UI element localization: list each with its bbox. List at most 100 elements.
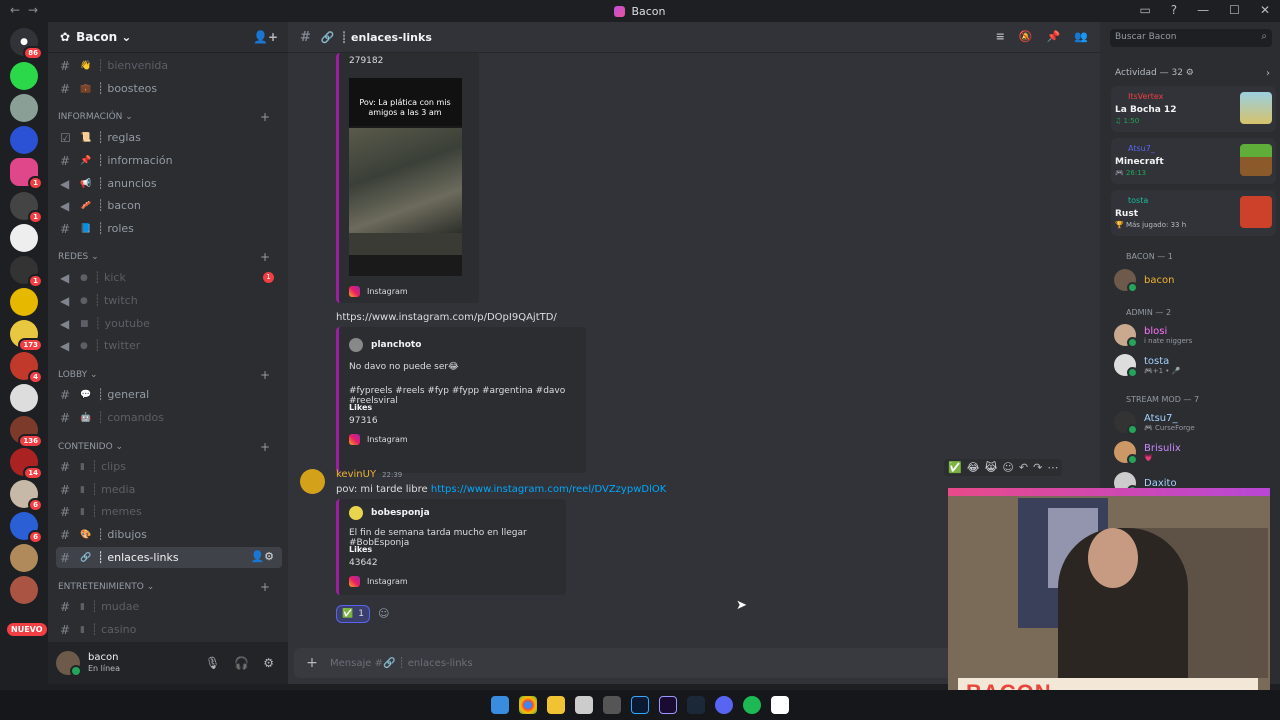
server-icon-10[interactable]: 4	[10, 352, 43, 384]
activity-card[interactable]: Atsu7_ Minecraft 🎮 26:13	[1111, 138, 1276, 184]
home-discord-icon[interactable]: ● 86	[10, 28, 43, 60]
category-lobby[interactable]: LOBBY ⌄ +	[58, 368, 282, 382]
member-list-icon[interactable]: 👥	[1074, 30, 1088, 43]
new-badge[interactable]: NUEVO	[7, 623, 47, 636]
embed-author[interactable]: bobesponja	[371, 508, 430, 518]
headphones-icon[interactable]: 🎧	[234, 656, 249, 670]
channel-youtube[interactable]: ◀ ■ ┊ youtube	[56, 313, 282, 334]
app-icon[interactable]	[575, 696, 593, 714]
channel-media[interactable]: # ▮ ┊ media	[56, 479, 282, 500]
channel-casino[interactable]: # ▮ ┊ casino	[56, 619, 282, 640]
channel-mudae[interactable]: # ▮ ┊ mudae	[56, 596, 282, 617]
photoshop-icon[interactable]	[631, 696, 649, 714]
file-explorer-icon[interactable]	[547, 696, 565, 714]
reply-icon[interactable]: ↶	[1019, 461, 1028, 474]
server-icon-16[interactable]	[10, 544, 38, 572]
channel-clips[interactable]: # ▮ ┊ clips	[56, 456, 282, 477]
server-icon-7[interactable]: 1	[10, 256, 43, 288]
forward-icon[interactable]: ↷	[1033, 461, 1042, 474]
server-icon-15[interactable]: 6	[10, 512, 43, 544]
spotify-icon[interactable]	[743, 696, 761, 714]
notion-icon[interactable]	[771, 696, 789, 714]
channel-general[interactable]: # 💬 ┊ general	[56, 384, 282, 405]
channel-informacion[interactable]: # 📌 ┊ información	[56, 150, 282, 171]
channel-reglas[interactable]: ☑ 📜 ┊ reglas	[56, 127, 282, 148]
embed-author[interactable]: planchoto	[371, 340, 421, 350]
nav-arrows[interactable]: ←→	[10, 3, 46, 17]
activity-header[interactable]: Actividad — 32 ⚙	[1115, 68, 1194, 78]
add-reaction-icon[interactable]: ☺	[378, 607, 389, 620]
member-item[interactable]: tosta 🎮+1 • 🎤	[1114, 354, 1180, 378]
channel-settings-icon[interactable]: 👤⚙	[250, 550, 274, 563]
microphone-icon[interactable]: 🎙	[205, 656, 220, 670]
activity-card[interactable]: tosta Rust 🏆 Más jugado: 33 h	[1111, 190, 1276, 236]
category-informacion[interactable]: INFORMACIÓN ⌄ +	[58, 110, 282, 124]
minimize-button[interactable]: —	[1197, 3, 1209, 17]
server-icon-5[interactable]: 1	[10, 192, 43, 224]
obs-icon[interactable]	[603, 696, 621, 714]
add-channel-icon[interactable]: +	[260, 250, 270, 264]
channel-enlaces-links[interactable]: # 🔗 ┊ enlaces-links 👤⚙	[56, 547, 282, 568]
activity-card[interactable]: ItsVertex La Bocha 12 ♫ 1:50	[1111, 86, 1276, 132]
cat-emoji-icon[interactable]: 😹	[985, 461, 998, 474]
server-icon-13[interactable]: 14	[10, 448, 43, 480]
help-icon[interactable]: ?	[1171, 3, 1177, 17]
laugh-emoji-icon[interactable]: 😂	[967, 461, 980, 474]
category-redes[interactable]: REDES ⌄ +	[58, 250, 282, 264]
category-entretenimiento[interactable]: ENTRETENIMIENTO ⌄ +	[58, 580, 282, 594]
channel-bacon[interactable]: ◀ 🥓 ┊ bacon	[56, 195, 282, 216]
inbox-icon[interactable]: ▭	[1139, 3, 1150, 17]
server-icon-9[interactable]: 173	[10, 320, 43, 352]
attach-plus-icon[interactable]: +	[294, 655, 330, 671]
server-icon-11[interactable]	[10, 384, 38, 412]
maximize-button[interactable]: ☐	[1229, 3, 1240, 17]
member-item[interactable]: Brisulix 💗	[1114, 441, 1181, 465]
server-icon-3[interactable]	[10, 126, 38, 154]
add-channel-icon[interactable]: +	[260, 368, 270, 382]
channel-comandos[interactable]: # 🤖 ┊ comandos	[56, 407, 282, 428]
member-item[interactable]: Atsu7_ 🎮 CurseForge	[1114, 411, 1195, 435]
server-icon-8[interactable]	[10, 288, 38, 316]
notification-bell-icon[interactable]: 🔕	[1019, 30, 1033, 43]
discord-icon[interactable]	[715, 696, 733, 714]
reaction-pill[interactable]: ✅ 1	[336, 605, 370, 623]
channel-twitter[interactable]: ◀ ● ┊ twitter	[56, 335, 282, 356]
chrome-icon[interactable]	[519, 696, 537, 714]
add-channel-icon[interactable]: +	[260, 440, 270, 454]
guild-header[interactable]: ✿ Bacon ⌄ 👤+	[48, 22, 288, 53]
check-emoji-icon[interactable]: ✅	[948, 461, 962, 474]
member-item[interactable]: bacon	[1114, 269, 1174, 293]
server-icon-12[interactable]: 136	[10, 416, 43, 448]
channel-dibujos[interactable]: # 🎨 ┊ dibujos	[56, 524, 282, 545]
message-link[interactable]: https://www.instagram.com/p/DOpI9QAjtTD/	[336, 312, 557, 323]
search-input[interactable]: Buscar Bacon ⌕	[1110, 29, 1272, 47]
invite-people-icon[interactable]: 👤+	[253, 30, 278, 44]
category-contenido[interactable]: CONTENIDO ⌄ +	[58, 440, 282, 454]
user-panel[interactable]: bacon En línea 🎙 🎧 ⚙	[48, 642, 288, 684]
add-channel-icon[interactable]: +	[260, 110, 270, 124]
message-link[interactable]: https://www.instagram.com/reel/DVZzypwDl…	[431, 484, 666, 495]
gear-icon[interactable]: ⚙	[263, 656, 274, 670]
channel-bienvenida[interactable]: # 👋 ┊ bienvenida	[56, 55, 282, 76]
add-channel-icon[interactable]: +	[260, 580, 270, 594]
channel-anuncios[interactable]: ◀ 📢 ┊ anuncios	[56, 173, 282, 194]
threads-icon[interactable]: ≡	[996, 30, 1005, 43]
steam-icon[interactable]	[687, 696, 705, 714]
close-button[interactable]: ✕	[1260, 3, 1270, 17]
channel-twitch[interactable]: ◀ ● ┊ twitch	[56, 290, 282, 311]
avatar[interactable]	[56, 651, 82, 677]
more-icon[interactable]: ⋯	[1047, 461, 1058, 474]
channel-kick[interactable]: ◀ ● ┊ kick 1	[56, 267, 282, 288]
author-avatar[interactable]	[300, 469, 325, 494]
server-icon-17[interactable]	[10, 576, 38, 604]
server-icon-14[interactable]: 6	[10, 480, 43, 512]
member-item[interactable]: blosi i nate niggers	[1114, 324, 1192, 348]
server-icon-1[interactable]	[10, 62, 38, 90]
add-reaction-icon[interactable]: ☺	[1002, 461, 1013, 474]
message-author[interactable]: kevinUY	[336, 469, 376, 480]
video-thumbnail[interactable]: Pov: La plática con mis amigos a las 3 a…	[349, 78, 462, 276]
channel-memes[interactable]: # ▮ ┊ memes	[56, 501, 282, 522]
server-icon-bacon[interactable]: 1	[10, 158, 43, 190]
premiere-icon[interactable]	[659, 696, 677, 714]
channel-roles[interactable]: # 📘 ┊ roles	[56, 218, 282, 239]
